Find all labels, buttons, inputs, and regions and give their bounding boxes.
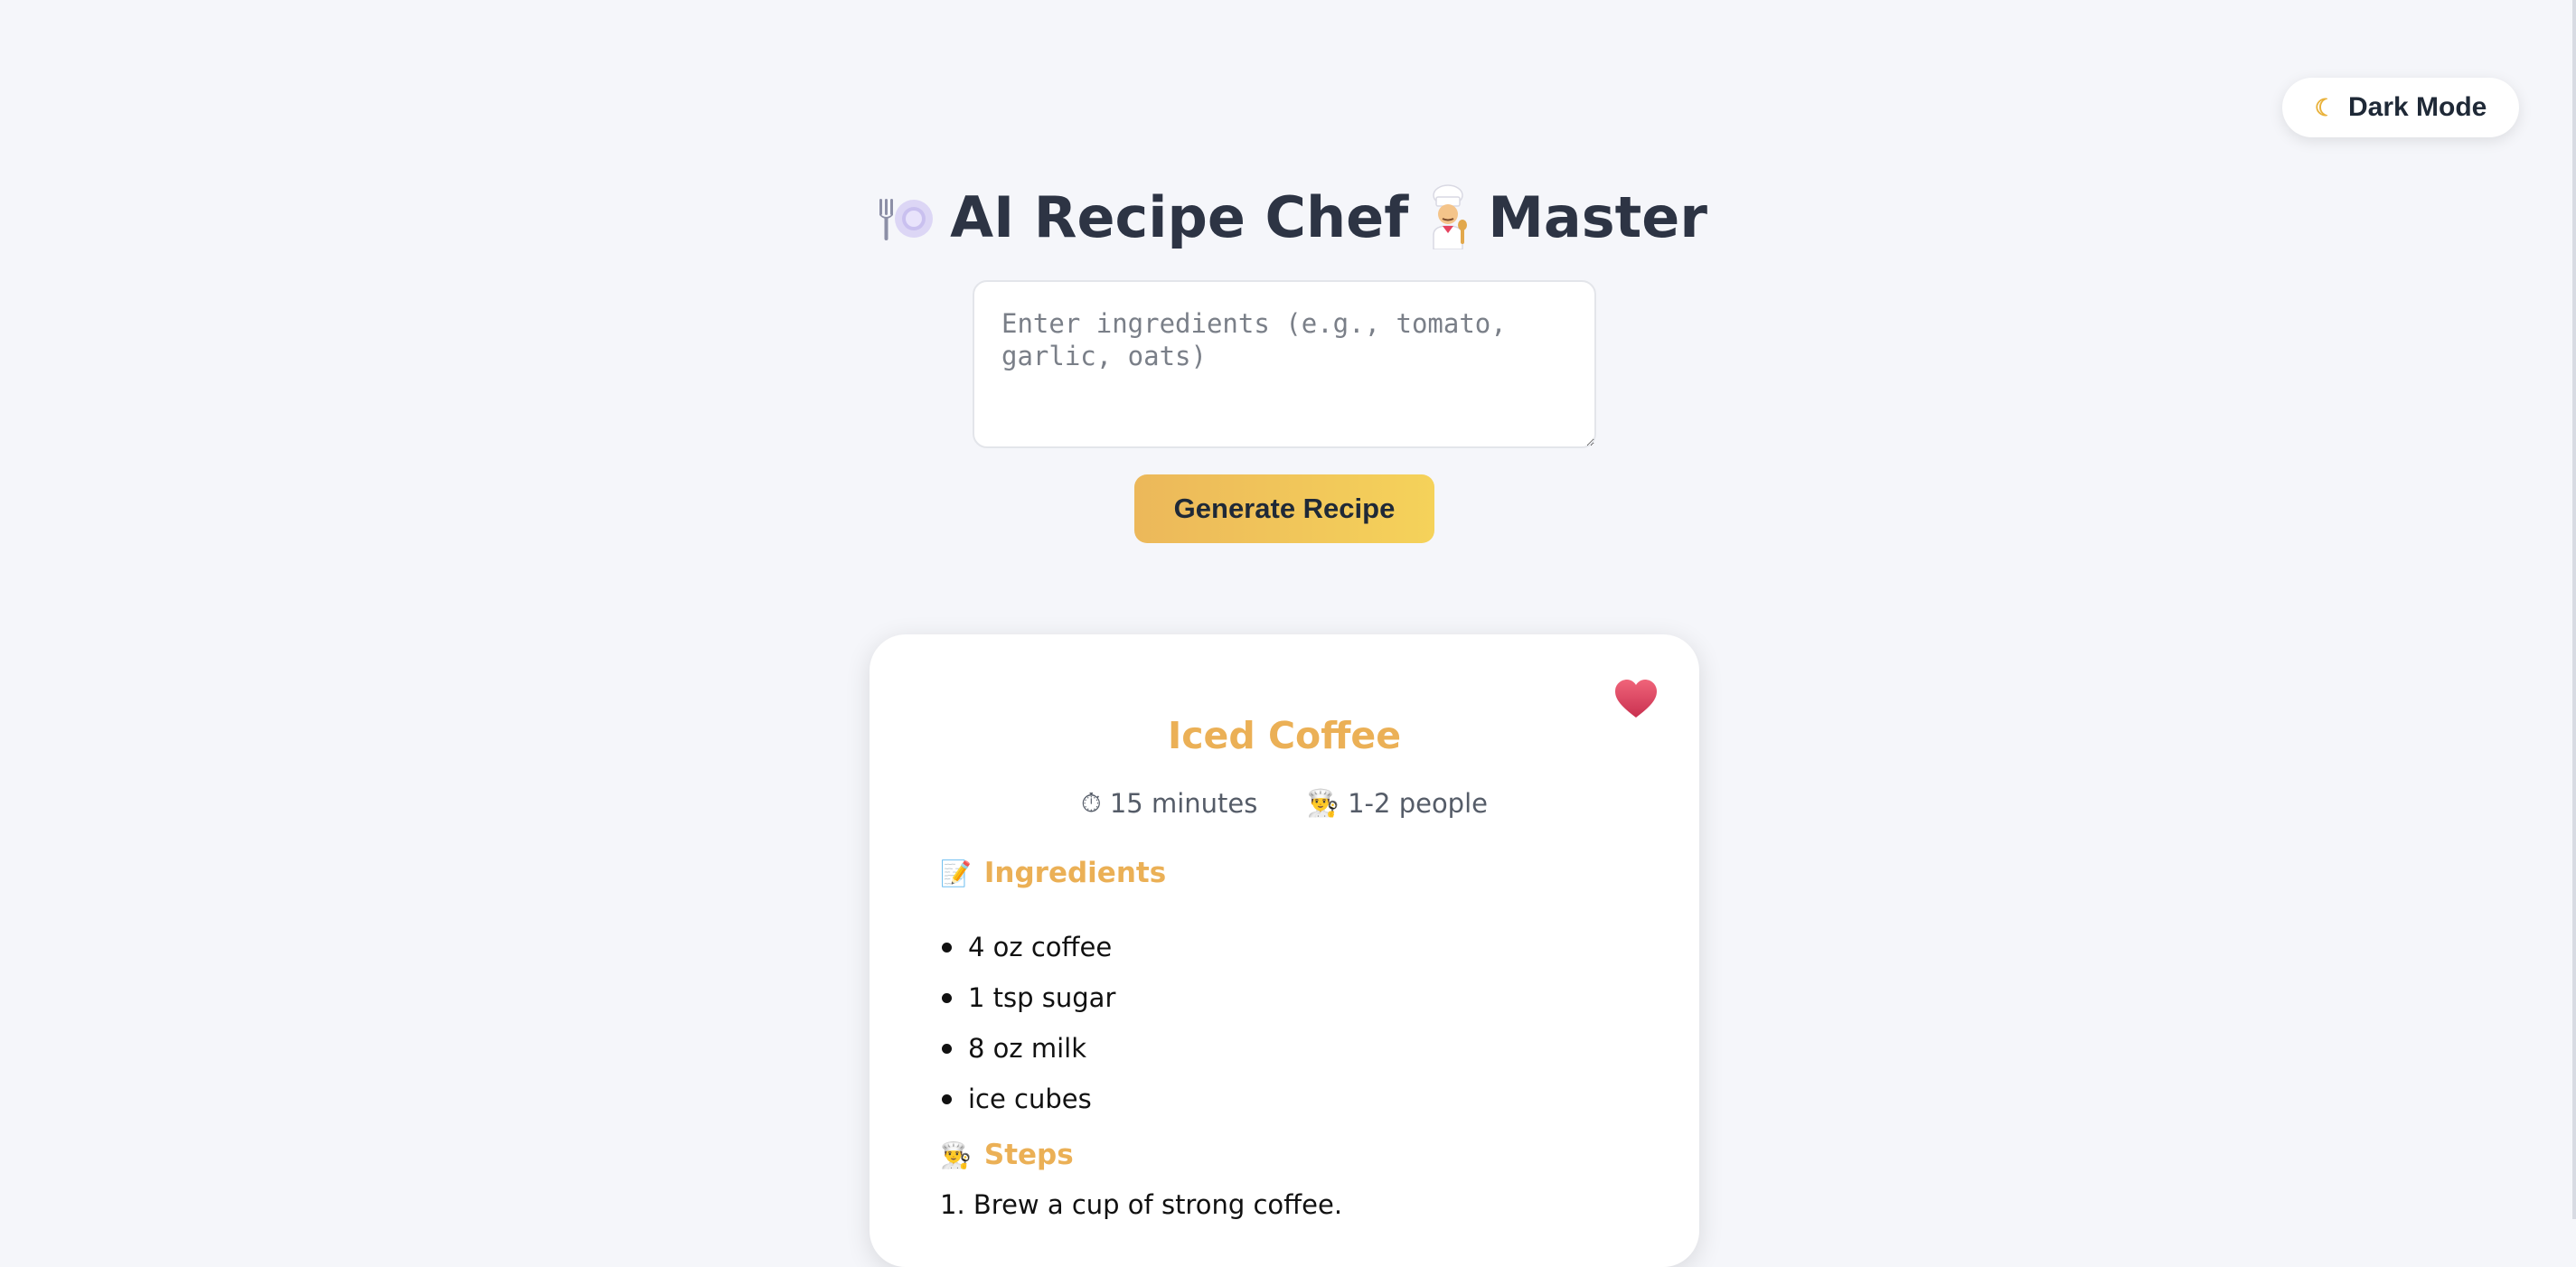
ingredient-text: 1 tsp sugar bbox=[968, 982, 1116, 1013]
steps-heading: 👨‍🍳 Steps bbox=[940, 1139, 1074, 1171]
list-item: 1 tsp sugar bbox=[940, 972, 1115, 1023]
moon-icon: ☾ bbox=[2314, 93, 2336, 121]
list-item: ice cubes bbox=[940, 1074, 1115, 1124]
ingredients-list: 4 oz coffee 1 tsp sugar 8 oz milk ice cu… bbox=[940, 922, 1115, 1124]
recipe-servings: 1-2 people bbox=[1348, 788, 1488, 819]
recipe-meta: ⏱ 15 minutes 👨‍🍳 1-2 people bbox=[870, 786, 1699, 820]
plate-cutlery-icon bbox=[878, 188, 935, 246]
steps-heading-label: Steps bbox=[983, 1139, 1074, 1171]
page-scrollbar[interactable] bbox=[2572, 0, 2576, 1219]
dark-mode-label: Dark Mode bbox=[2347, 92, 2487, 122]
page-title: AI Recipe Chef Master bbox=[879, 181, 1707, 253]
timer-icon: ⏱ bbox=[1080, 787, 1102, 819]
ingredient-text: 8 oz milk bbox=[968, 1033, 1087, 1064]
recipe-card: Iced Coffee ⏱ 15 minutes 👨‍🍳 1-2 people … bbox=[870, 634, 1699, 1267]
title-main-text: AI Recipe Chef bbox=[950, 183, 1409, 250]
recipe-title: Iced Coffee bbox=[1167, 714, 1402, 757]
ingredients-heading-label: Ingredients bbox=[983, 857, 1167, 889]
dark-mode-toggle[interactable]: ☾ Dark Mode bbox=[2282, 78, 2519, 137]
ingredient-text: 4 oz coffee bbox=[968, 932, 1113, 962]
list-item: 8 oz milk bbox=[940, 1023, 1115, 1074]
recipe-time: 15 minutes bbox=[1109, 788, 1258, 819]
cook-icon: 👨‍🍳 bbox=[940, 1140, 972, 1170]
title-end-text: Master bbox=[1488, 183, 1707, 250]
chef-small-icon: 👨‍🍳 bbox=[1306, 787, 1340, 819]
list-item: 4 oz coffee bbox=[940, 922, 1115, 972]
memo-icon: 📝 bbox=[940, 858, 972, 888]
generate-recipe-button[interactable]: Generate Recipe bbox=[1134, 474, 1434, 543]
chef-icon bbox=[1423, 184, 1473, 250]
step-item: 1. Brew a cup of strong coffee. bbox=[940, 1189, 1343, 1220]
ingredients-heading: 📝 Ingredients bbox=[940, 857, 1166, 889]
ingredients-input[interactable] bbox=[973, 280, 1596, 448]
ingredient-text: ice cubes bbox=[968, 1084, 1092, 1114]
